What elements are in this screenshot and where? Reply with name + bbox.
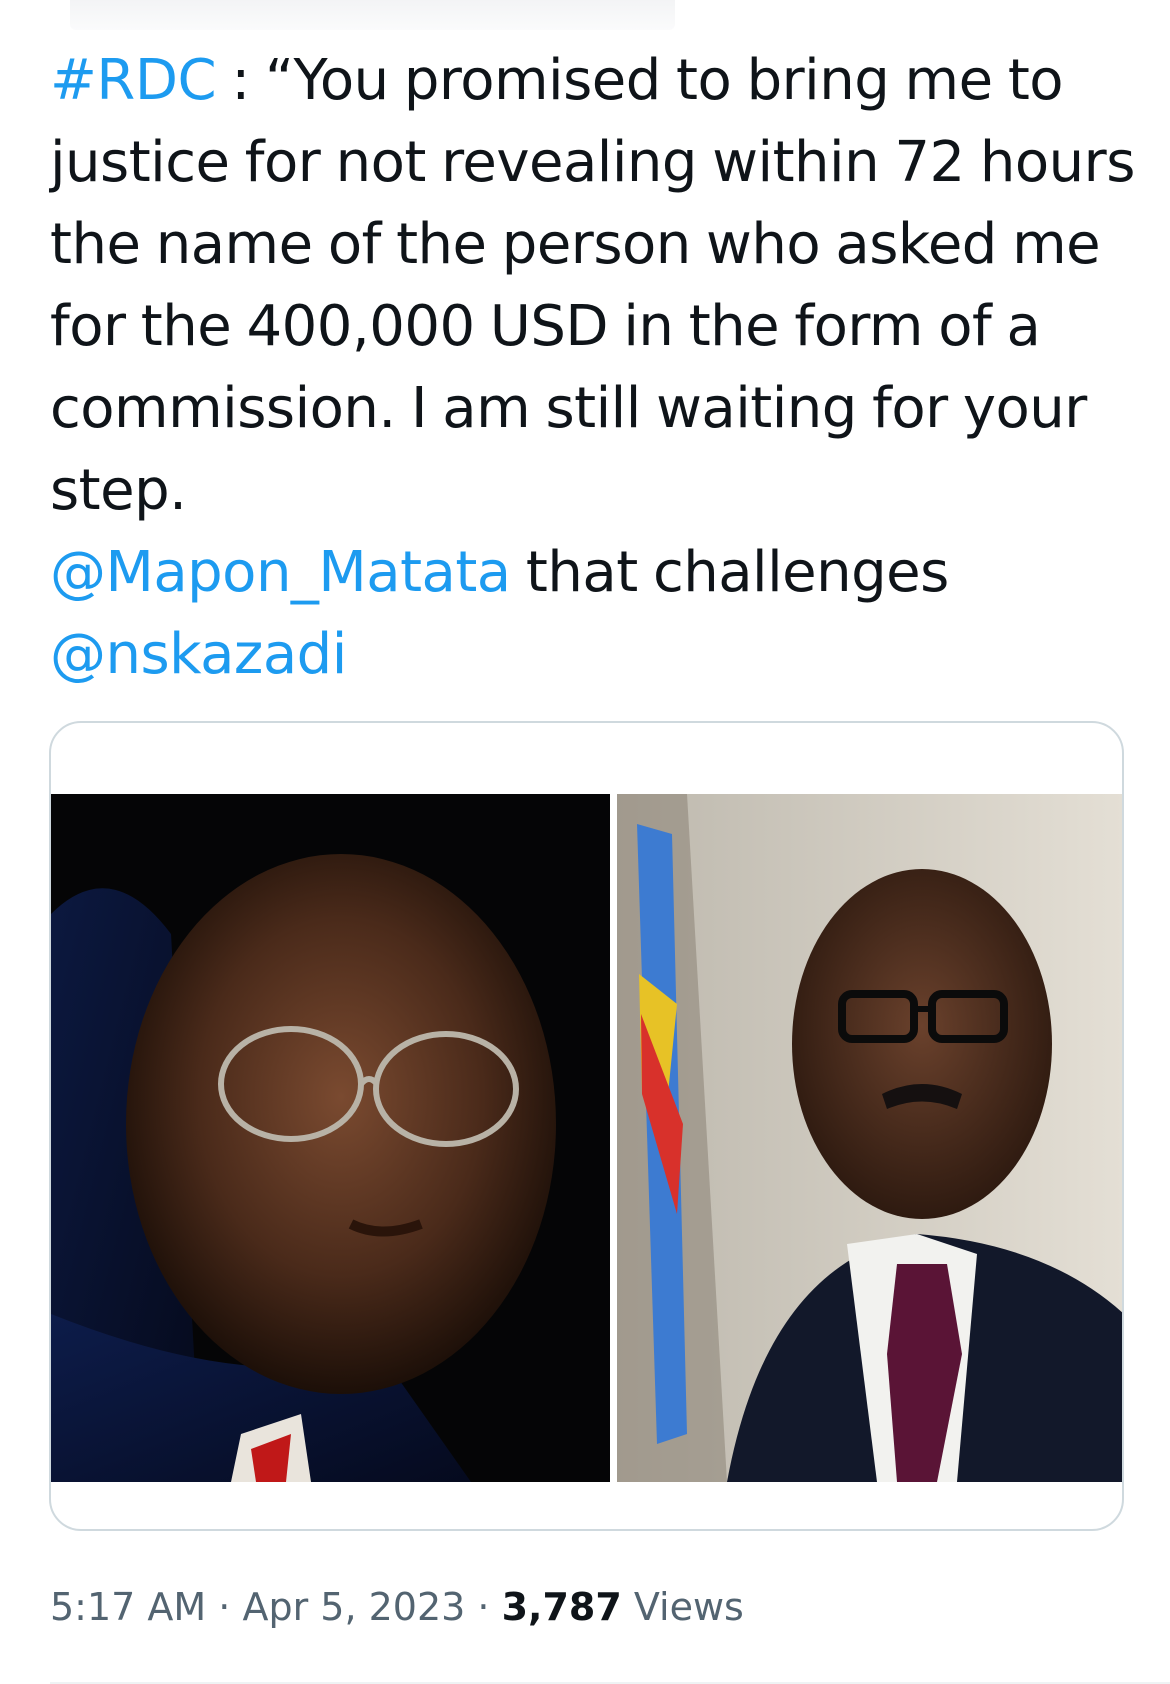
card-caption-cropped: ▁ ▁▁ ▁▁▁▁▁ ▁▁▁ [95,1519,255,1531]
mention-link-mapon[interactable]: @Mapon_Matata [50,540,511,605]
tweet-time[interactable]: 5:17 AM [50,1585,206,1629]
hashtag-link[interactable]: #RDC [50,48,217,113]
tweet-text: #RDC : “You promised to bring me to just… [50,40,1135,696]
portrait-left-image [51,794,610,1482]
portrait-right-image [617,794,1122,1482]
photo-left-portrait[interactable] [51,794,610,1482]
tweet-quote: “You promised to bring me to justice for… [50,48,1135,523]
tweet-meta: 5:17 AM · Apr 5, 2023 · 3,787 Views [50,1585,744,1629]
photo-right-portrait[interactable] [617,794,1122,1482]
tweet-date[interactable]: Apr 5, 2023 [242,1585,465,1629]
media-card[interactable]: ▁ ▁▁ ▁▁▁▁▁ ▁▁▁ [49,721,1124,1531]
views-count[interactable]: 3,787 [502,1585,622,1629]
previous-content-fade [70,0,675,30]
mention-link-nskazadi[interactable]: @nskazadi [50,622,347,687]
tweet-separator: : [216,48,266,113]
views-label[interactable]: Views [622,1585,744,1629]
meta-dot-1: · [206,1585,243,1629]
meta-dot-2: · [465,1585,502,1629]
tweet-connector: that challenges [510,540,949,605]
